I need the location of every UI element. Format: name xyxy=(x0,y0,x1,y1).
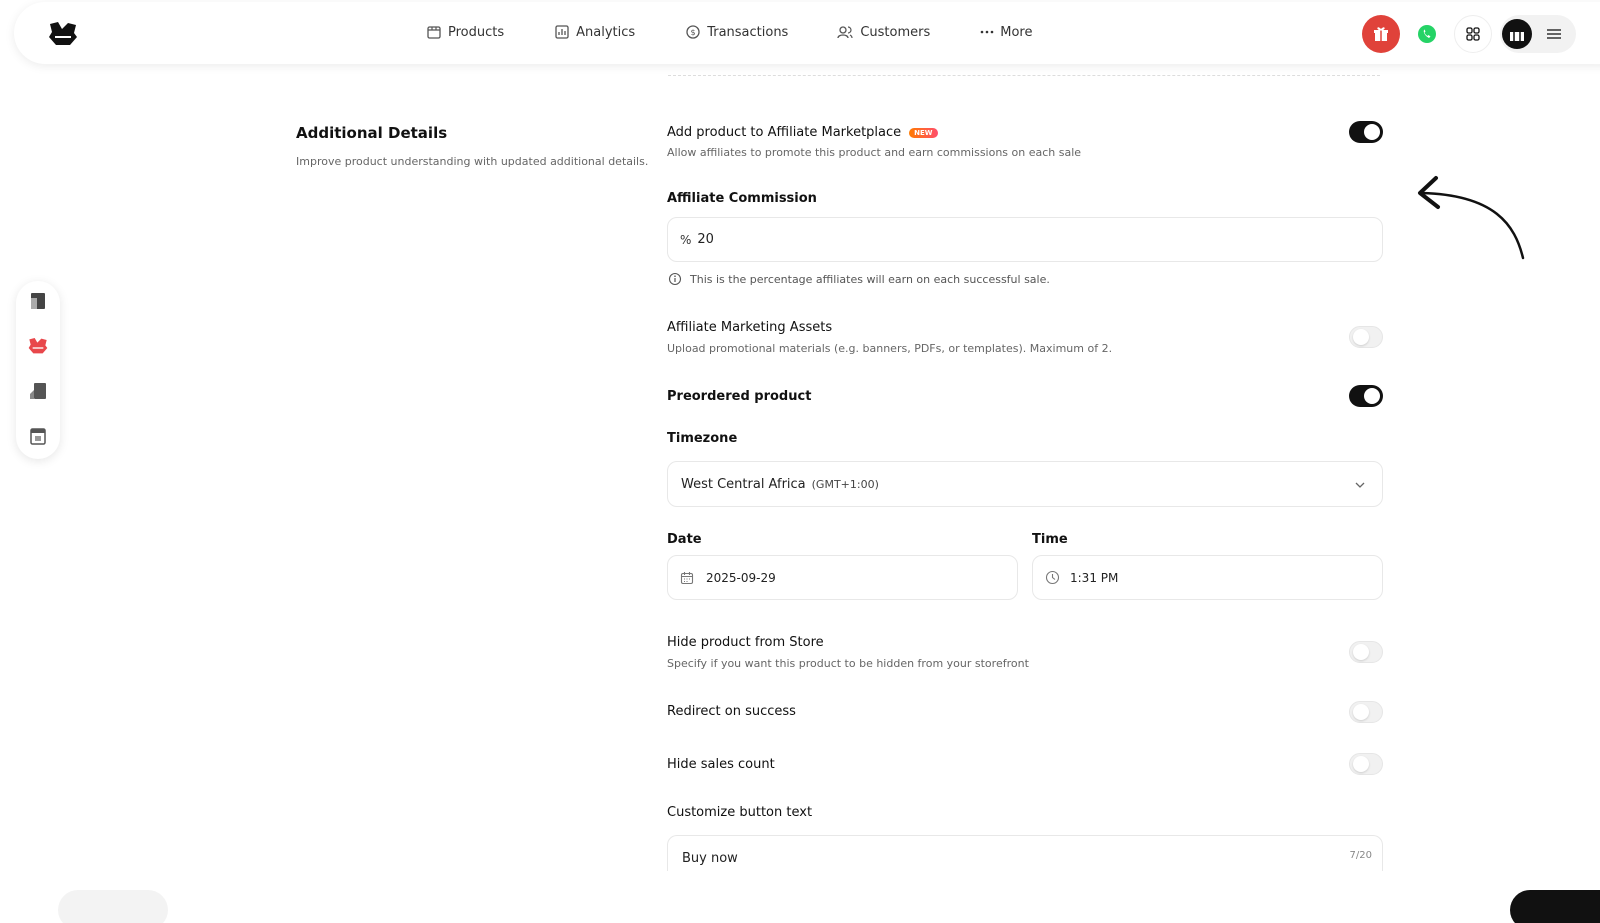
affiliate-commission-value: 20 xyxy=(697,232,714,247)
affiliate-marketplace-toggle[interactable] xyxy=(1349,121,1383,143)
preorder-toggle[interactable] xyxy=(1349,385,1383,407)
section-title: Additional Details xyxy=(296,124,448,142)
floating-sidebar xyxy=(16,281,60,459)
clock-icon xyxy=(1045,570,1060,585)
char-counter: 7/20 xyxy=(1349,850,1372,861)
store-icon xyxy=(427,26,441,39)
redirect-title: Redirect on success xyxy=(667,704,796,719)
hide-store-toggle[interactable] xyxy=(1349,641,1383,663)
whatsapp-button[interactable] xyxy=(1408,15,1446,53)
button-text-label: Customize button text xyxy=(667,805,813,820)
nav-more[interactable]: More xyxy=(980,24,1033,40)
page-bottom-fade xyxy=(0,871,1600,923)
brand-logo-icon[interactable] xyxy=(48,21,78,47)
time-input[interactable]: 1:31 PM xyxy=(1032,555,1383,600)
nav-more-label: More xyxy=(1000,24,1033,40)
nav-customers[interactable]: Customers xyxy=(836,24,930,40)
store-avatar-icon xyxy=(1510,29,1524,41)
new-badge: NEW xyxy=(909,127,938,138)
time-value: 1:31 PM xyxy=(1070,570,1119,585)
whatsapp-icon xyxy=(1418,25,1436,43)
top-navigation-bar: Products Analytics $ Transactions Custom… xyxy=(14,2,1600,64)
info-icon xyxy=(668,272,682,286)
timezone-select[interactable]: West Central Africa (GMT+1:00) xyxy=(667,461,1383,507)
commission-hint: This is the percentage affiliates will e… xyxy=(668,272,1050,286)
nav-analytics[interactable]: Analytics xyxy=(554,24,635,40)
calendar-box-icon xyxy=(30,428,46,445)
users-icon xyxy=(837,26,853,39)
percent-prefix: % xyxy=(680,232,692,247)
nav-transactions-label: Transactions xyxy=(707,24,789,40)
affiliate-marketplace-title: Add product to Affiliate Marketplace NEW xyxy=(667,125,938,140)
pages-icon xyxy=(30,383,46,399)
sidebar-layout-button[interactable] xyxy=(28,291,48,311)
hide-sales-title: Hide sales count xyxy=(667,757,775,772)
affiliate-commission-label: Affiliate Commission xyxy=(667,191,817,206)
sidebar-brand-button[interactable] xyxy=(28,336,48,356)
affiliate-commission-input[interactable]: % 20 xyxy=(667,217,1383,262)
main-nav: Products Analytics $ Transactions Custom… xyxy=(426,24,1083,40)
commission-hint-text: This is the percentage affiliates will e… xyxy=(690,272,1050,286)
chevron-down-icon xyxy=(1355,482,1365,488)
date-input[interactable]: 2025-09-29 xyxy=(667,555,1018,600)
time-label: Time xyxy=(1032,532,1068,547)
date-value: 2025-09-29 xyxy=(706,570,776,585)
sidebar-calendar-button[interactable] xyxy=(28,426,48,446)
marketing-assets-desc: Upload promotional materials (e.g. banne… xyxy=(667,342,1113,355)
nav-analytics-label: Analytics xyxy=(576,24,636,40)
nav-products[interactable]: Products xyxy=(426,24,504,40)
timezone-value: West Central Africa xyxy=(681,476,806,492)
grid-icon xyxy=(1466,27,1480,41)
timezone-label: Timezone xyxy=(667,431,738,446)
brand-red-icon xyxy=(28,338,48,354)
affiliate-marketplace-desc: Allow affiliates to promote this product… xyxy=(667,146,1082,159)
redirect-toggle[interactable] xyxy=(1349,701,1383,723)
nav-customers-label: Customers xyxy=(860,24,931,40)
more-dots-icon xyxy=(980,30,994,34)
section-subtitle: Improve product understanding with updat… xyxy=(296,155,649,168)
timezone-offset: (GMT+1:00) xyxy=(811,477,879,491)
layout-icon xyxy=(31,293,45,309)
sidebar-pages-button[interactable] xyxy=(28,381,48,401)
gift-icon xyxy=(1374,27,1388,41)
hide-store-title: Hide product from Store xyxy=(667,635,824,650)
nav-transactions[interactable]: $ Transactions xyxy=(685,24,788,40)
marketing-assets-title: Affiliate Marketing Assets xyxy=(667,320,833,335)
bottom-right-button[interactable] xyxy=(1510,890,1600,923)
date-label: Date xyxy=(667,532,702,547)
header-actions xyxy=(1362,15,1576,53)
preorder-title: Preordered product xyxy=(667,389,812,404)
affiliate-marketplace-label: Add product to Affiliate Marketplace xyxy=(667,125,902,140)
svg-text:$: $ xyxy=(691,28,696,37)
hide-store-desc: Specify if you want this product to be h… xyxy=(667,657,1029,670)
bottom-left-button[interactable] xyxy=(58,890,168,923)
annotation-arrow-icon xyxy=(1418,176,1525,260)
marketing-assets-toggle[interactable] xyxy=(1349,326,1383,348)
calendar-icon xyxy=(680,571,694,584)
hide-sales-toggle[interactable] xyxy=(1349,753,1383,775)
section-divider xyxy=(668,75,1380,76)
apps-grid-button[interactable] xyxy=(1454,15,1492,53)
dollar-circle-icon: $ xyxy=(686,25,700,39)
profile-menu-button[interactable] xyxy=(1500,15,1576,53)
gift-button[interactable] xyxy=(1362,15,1400,53)
avatar xyxy=(1502,19,1532,49)
hamburger-menu-icon xyxy=(1547,29,1561,39)
nav-products-label: Products xyxy=(448,24,505,40)
button-text-value: Buy now xyxy=(682,851,738,866)
analytics-icon xyxy=(555,25,569,39)
